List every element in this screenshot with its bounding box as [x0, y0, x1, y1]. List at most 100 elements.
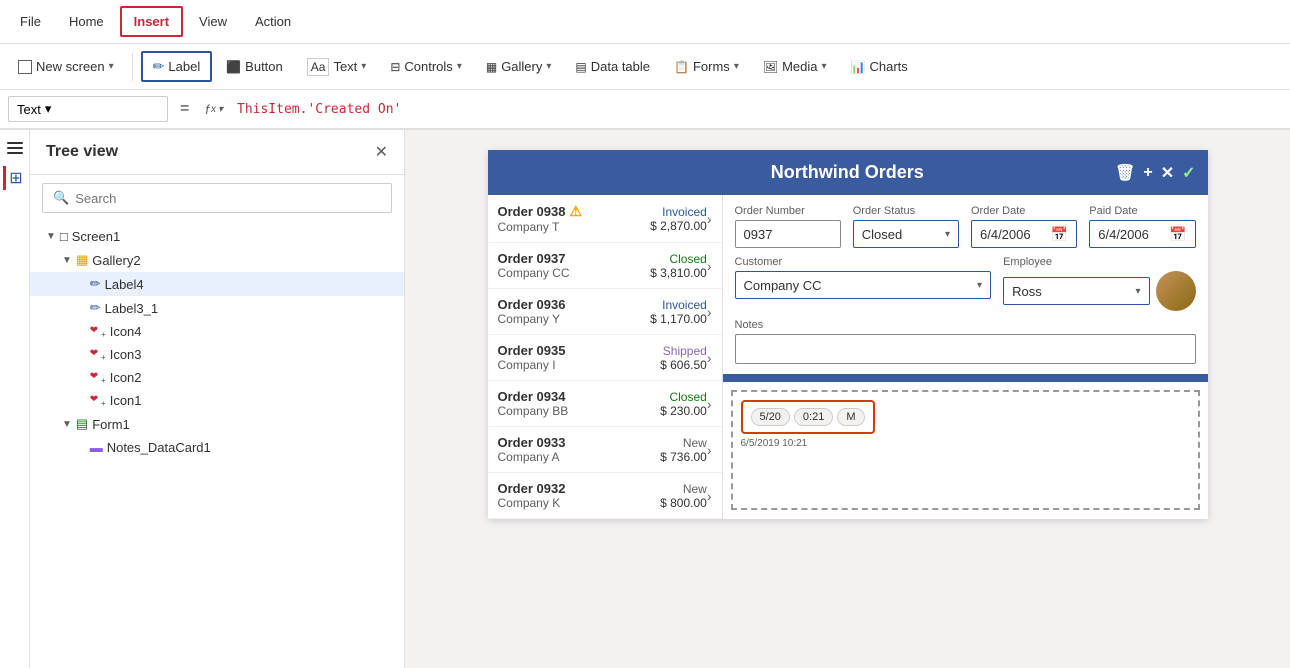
row-0933-info: Order 0933 Company A	[498, 435, 661, 464]
icon3-tree-icon: ❤ +	[90, 348, 106, 362]
notes-datacard-label: Notes_DataCard1	[107, 440, 396, 455]
tree-title: Tree view	[46, 143, 118, 161]
form1-icon: ▤	[76, 416, 88, 432]
menu-insert[interactable]: Insert	[120, 6, 183, 37]
gallery-row-0934[interactable]: Order 0934 Company BB Closed $ 230.00 ›	[488, 381, 722, 427]
charts-button[interactable]: 📊 Charts	[841, 54, 918, 79]
tree-item-icon3[interactable]: ▶ ❤ + Icon3	[30, 343, 404, 366]
tree-item-label3-1[interactable]: ▶ ✏ Label3_1	[30, 296, 404, 320]
order-date-input[interactable]: 6/4/2006 📅	[971, 220, 1077, 248]
text-button[interactable]: Aa Text ▾	[297, 53, 377, 81]
trash-icon[interactable]: 🗑	[1115, 163, 1135, 183]
customer-input[interactable]: Company CC ▾	[735, 271, 992, 299]
gallery-row-0933[interactable]: Order 0933 Company A New $ 736.00 ›	[488, 427, 722, 473]
tree-item-icon1[interactable]: ▶ ❤ + Icon1	[30, 389, 404, 412]
gallery-row-0936[interactable]: Order 0936 Company Y Invoiced $ 1,170.00…	[488, 289, 722, 335]
tree-item-gallery2[interactable]: ▼ ▦ Gallery2	[30, 248, 404, 272]
tree-close-button[interactable]: ✕	[375, 142, 388, 162]
menu-view[interactable]: View	[187, 8, 239, 35]
main-layout: ⊞ Tree view ✕ 🔍 ▼ □ Screen1 ▼	[0, 130, 1290, 668]
tree-item-label4[interactable]: ▶ ✏ Label4	[30, 272, 404, 296]
gallery-row-0938[interactable]: Order 0938 ⚠ Company T Invoiced $ 2,870.…	[488, 195, 722, 243]
row-0934-right: Closed $ 230.00	[660, 390, 707, 418]
tree-item-notes-datacard1[interactable]: ▶ ▬ Notes_DataCard1	[30, 436, 404, 459]
row-0932-right: New $ 800.00	[660, 482, 707, 510]
button-icon: ⬛	[226, 60, 241, 74]
menu-home[interactable]: Home	[57, 8, 116, 35]
fx-indicator: f x ▾	[201, 102, 227, 117]
tree-item-icon4[interactable]: ▶ ❤ + Icon4	[30, 320, 404, 343]
search-input[interactable]	[75, 191, 381, 206]
formula-bar: Text ▾ = f x ▾	[0, 90, 1290, 130]
row-0933-company: Company A	[498, 450, 661, 464]
label4-icon: ✏	[90, 276, 101, 292]
search-box[interactable]: 🔍	[42, 183, 392, 213]
gallery-row-0935[interactable]: Order 0935 Company I Shipped $ 606.50 ›	[488, 335, 722, 381]
paid-date-input[interactable]: 6/4/2006 📅	[1089, 220, 1195, 248]
tree-view-label: Tree view	[46, 143, 118, 161]
icon4-tree-icon: ❤ +	[90, 325, 106, 339]
order-status-input[interactable]: Closed ▾	[853, 220, 959, 248]
gallery-row-0932[interactable]: Order 0932 Company K New $ 800.00 ›	[488, 473, 722, 519]
menu-action[interactable]: Action	[243, 8, 303, 35]
close-icon[interactable]: ✕	[1161, 163, 1174, 183]
label-button[interactable]: ✏ Label	[141, 51, 213, 82]
gallery-list: Order 0938 ⚠ Company T Invoiced $ 2,870.…	[488, 195, 723, 519]
field-row-1: Order Number 0937 Order Status Closed ▾	[735, 205, 1196, 248]
tree-item-icon2[interactable]: ▶ ❤ + Icon2	[30, 366, 404, 389]
notes-input[interactable]	[735, 334, 1196, 364]
forms-chevron: ▾	[734, 61, 739, 72]
tree-item-form1[interactable]: ▼ ▤ Form1	[30, 412, 404, 436]
customer-chevron: ▾	[977, 280, 982, 291]
customer-value: Company CC	[744, 278, 822, 293]
text-icon: Aa	[307, 58, 330, 76]
new-screen-button[interactable]: New screen ▾	[8, 54, 124, 79]
row-0934-order: Order 0934	[498, 389, 661, 404]
menu-file[interactable]: File	[8, 8, 53, 35]
row-0938-info: Order 0938 ⚠ Company T	[498, 203, 651, 234]
add-icon[interactable]: +	[1143, 164, 1152, 182]
canvas-area: Northwind Orders 🗑 + ✕ ✓ Order 0938	[405, 130, 1290, 668]
form1-arrow: ▼	[62, 419, 72, 430]
data-table-button[interactable]: ▤ Data table	[565, 54, 660, 79]
order-date-calendar-icon[interactable]: 📅	[1051, 226, 1068, 243]
row-0936-company: Company Y	[498, 312, 651, 326]
order-number-input[interactable]: 0937	[735, 220, 841, 248]
date-pill-1-value: 5/20	[760, 411, 781, 423]
check-icon[interactable]: ✓	[1182, 163, 1195, 183]
row-0937-right: Closed $ 3,810.00	[650, 252, 707, 280]
gallery2-arrow: ▼	[62, 255, 72, 266]
icon2-tree-icon: ❤ +	[90, 371, 106, 385]
gallery-main: Order 0938 ⚠ Company T Invoiced $ 2,870.…	[488, 195, 1208, 519]
date-pill-2-value: 0:21	[803, 411, 824, 423]
layers-icon[interactable]: ⊞	[3, 166, 27, 190]
forms-button[interactable]: 📋 Forms ▾	[664, 54, 749, 79]
text-label: Text	[333, 59, 357, 74]
field-dropdown[interactable]: Text ▾	[8, 96, 168, 122]
detail-panel: Order Number 0937 Order Status Closed ▾	[723, 195, 1208, 519]
media-button[interactable]: 🖼 Media ▾	[753, 54, 837, 79]
row-0932-order: Order 0932	[498, 481, 661, 496]
controls-label: Controls	[404, 59, 452, 74]
tree-item-screen1[interactable]: ▼ □ Screen1	[30, 225, 404, 248]
row-0938-status: Invoiced	[650, 205, 707, 219]
row-0936-amount: $ 1,170.00	[650, 312, 707, 326]
media-icon: 🖼	[763, 60, 778, 74]
button-button[interactable]: ⬛ Button	[216, 54, 293, 79]
row-0936-order: Order 0936	[498, 297, 651, 312]
row-0936-right: Invoiced $ 1,170.00	[650, 298, 707, 326]
hamburger-menu[interactable]	[3, 138, 27, 158]
controls-button[interactable]: ⊟ Controls ▾	[380, 54, 472, 79]
employee-input[interactable]: Ross ▾	[1003, 277, 1149, 305]
forms-icon: 📋	[674, 60, 689, 74]
row-0937-status: Closed	[650, 252, 707, 266]
toolbar: New screen ▾ ✏ Label ⬛ Button Aa Text ▾ …	[0, 44, 1290, 90]
equals-sign: =	[174, 100, 195, 118]
icon1-label: Icon1	[110, 393, 396, 408]
formula-input[interactable]	[233, 98, 1282, 121]
row-0937-company: Company CC	[498, 266, 651, 280]
paid-date-calendar-icon[interactable]: 📅	[1169, 226, 1186, 243]
gallery-row-0937[interactable]: Order 0937 Company CC Closed $ 3,810.00 …	[488, 243, 722, 289]
gallery-button[interactable]: ▦ Gallery ▾	[476, 54, 562, 79]
order-number-value: 0937	[744, 227, 773, 242]
